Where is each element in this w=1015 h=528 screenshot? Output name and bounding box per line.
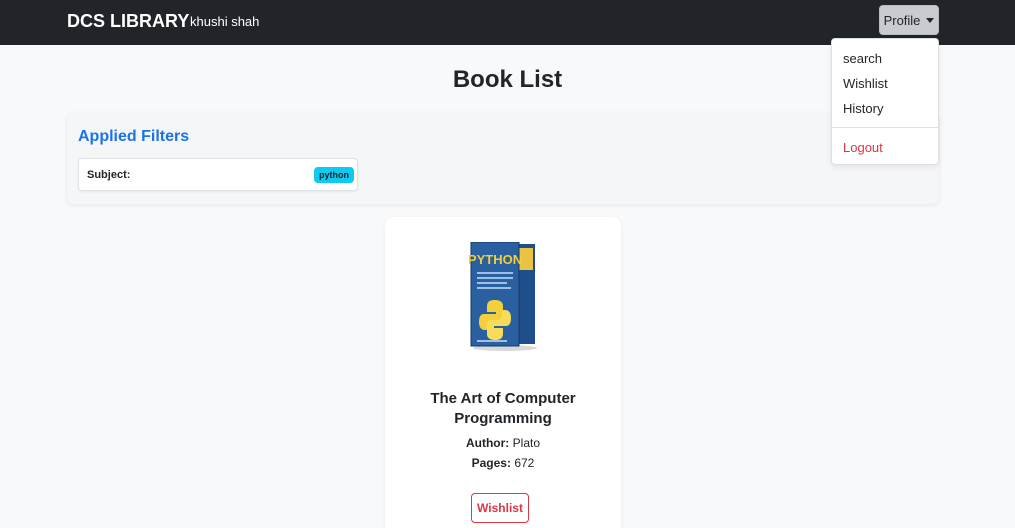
subject-filter-badge: python [314,167,354,183]
caret-down-icon [926,17,935,23]
book-pages-value: 672 [514,456,535,470]
book-author-label: Author: [465,436,510,450]
book-cover-image: PYTHON [469,242,537,351]
applied-filters-panel: Applied Filters Subject: python [67,113,939,204]
menu-item-history[interactable]: History [843,101,883,116]
subject-filter: Subject: python [78,158,358,191]
user-name: khushi shah [190,14,260,29]
profile-button-label: Profile [883,12,921,28]
applied-filters-title: Applied Filters [78,128,190,145]
book-author-value: Plato [512,436,541,450]
book-cover-title: PYTHON [469,252,522,267]
book-author: Author: Plato [385,436,621,450]
book-title: The Art of Computer Programming [430,390,576,427]
book-card: PYTHON The Art of Computer Programming A… [385,217,621,528]
book-pages: Pages: 672 [385,456,621,470]
profile-dropdown-menu: search Wishlist History Logout [831,38,939,165]
menu-divider [832,127,938,128]
book-pages-label: Pages: [471,456,511,470]
add-to-wishlist-button[interactable]: Wishlist [471,493,529,523]
menu-item-wishlist[interactable]: Wishlist [843,76,888,91]
menu-item-search[interactable]: search [843,51,882,66]
menu-item-logout[interactable]: Logout [843,140,883,155]
subject-filter-label: Subject: [87,169,131,181]
profile-dropdown-button[interactable]: Profile [879,5,939,35]
brand-link[interactable]: DCS LIBRARY [67,11,189,32]
